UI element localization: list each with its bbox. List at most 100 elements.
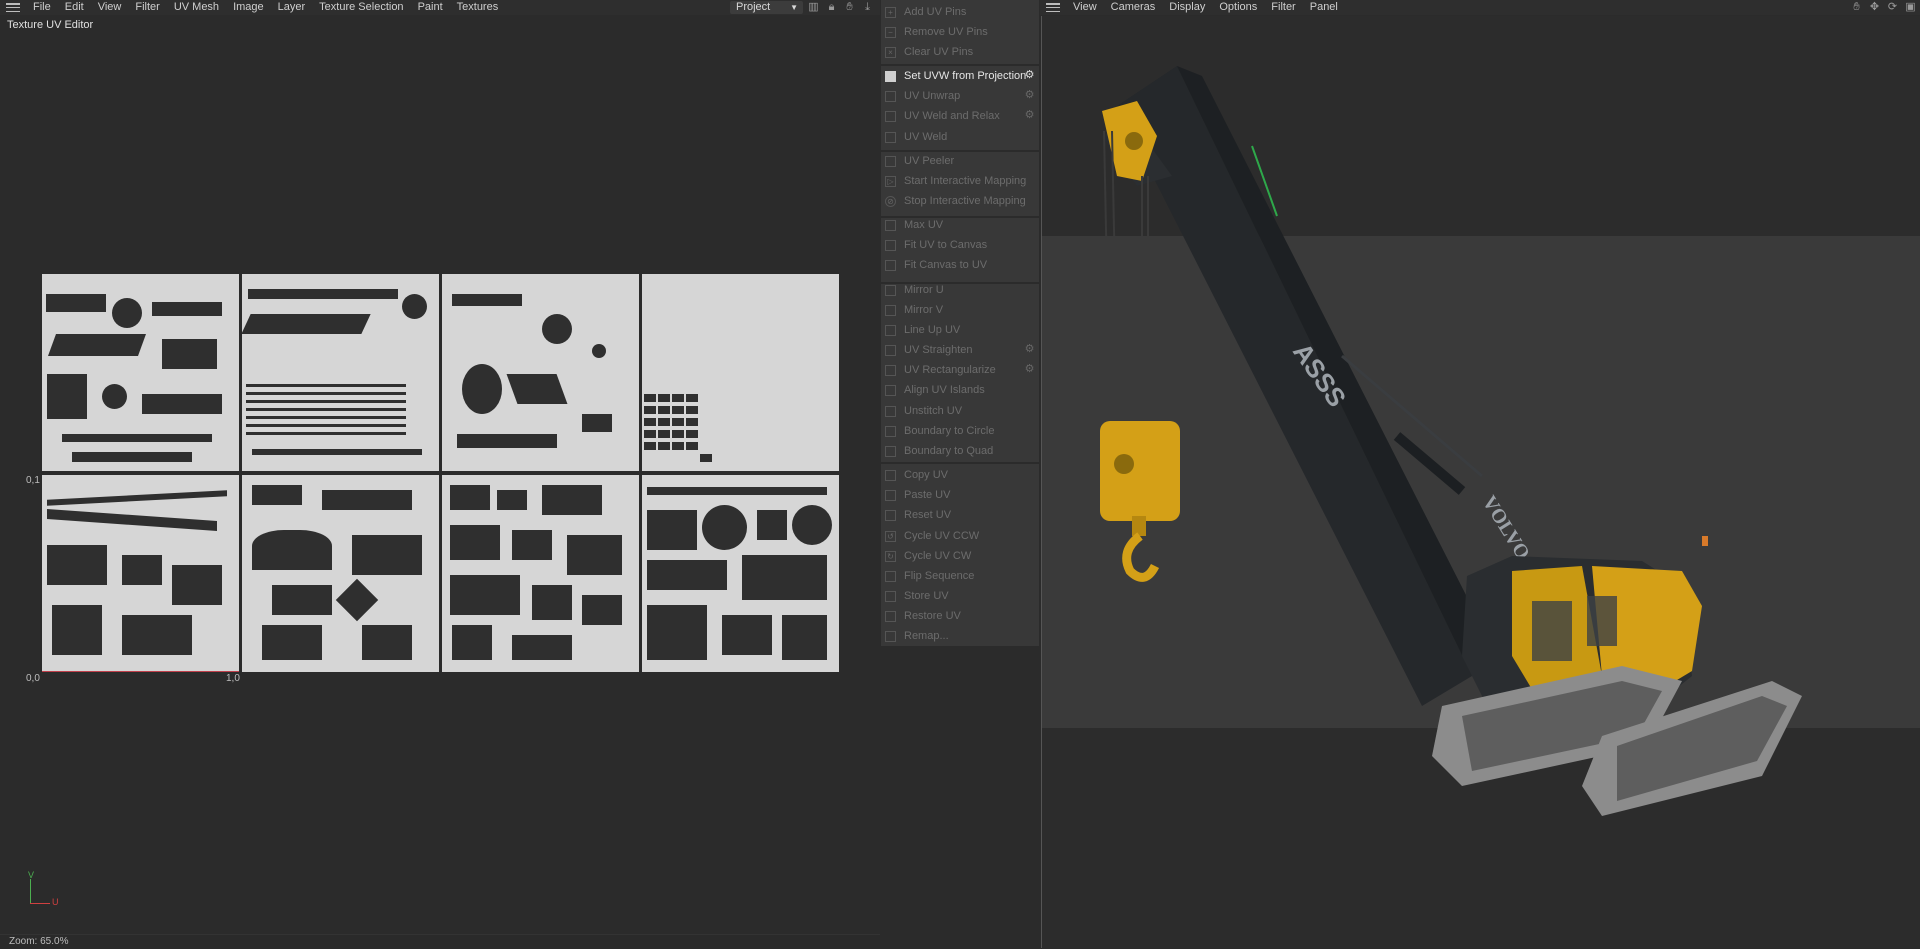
uv-tile [242,475,439,672]
cmd-uv-peeler[interactable]: UV Peeler [881,151,1039,171]
cmd-boundary-to-circle[interactable]: Boundary to Circle [881,421,1039,441]
pin-clear-icon: × [885,46,896,58]
uv-tile [442,274,639,471]
histogram-icon[interactable]: ▥ [807,1,820,14]
menu-textures[interactable]: Textures [450,0,506,15]
uv-tile [642,475,839,672]
menu-file[interactable]: File [26,0,58,15]
pin-remove-icon: − [885,26,896,38]
cmd-uv-straighten[interactable]: UV Straighten ⚙ [881,340,1039,360]
flip-icon [885,570,896,582]
vp-menu-panel[interactable]: Panel [1303,0,1345,15]
uv-canvas[interactable] [42,274,840,672]
cmd-set-uvw-from-projection[interactable]: Set UVW from Projection ⚙ [881,66,1039,86]
uv-axis-label-v1: 0,1 [26,475,40,486]
cmd-boundary-to-quad[interactable]: Boundary to Quad [881,441,1039,461]
hook [1122,532,1160,582]
cmd-remap[interactable]: Remap... [881,626,1039,646]
quad-icon [885,445,896,457]
unstitch-icon [885,405,896,417]
cmd-add-uv-pins[interactable]: + Add UV Pins [881,2,1039,22]
cmd-uv-unwrap[interactable]: UV Unwrap ⚙ [881,86,1039,106]
cmd-store-uv[interactable]: Store UV [881,586,1039,606]
cmd-uv-weld-and-relax[interactable]: UV Weld and Relax ⚙ [881,106,1039,126]
hook-block [1100,421,1180,521]
projection-icon [885,70,896,82]
hamburger-menu-icon[interactable] [6,3,20,12]
3d-viewport[interactable]: ASSS VOLVO [1041,16,1920,948]
gear-icon[interactable]: ⚙ [1024,70,1035,81]
uv-editor-menubar: File Edit View Filter UV Mesh Image Laye… [0,0,880,15]
vp-menu-view[interactable]: View [1066,0,1104,15]
hamburger-menu-icon[interactable] [1046,3,1060,12]
menu-edit[interactable]: Edit [58,0,91,15]
orbit-icon[interactable]: ⟳ [1886,1,1899,14]
cmd-line-up-uv[interactable]: Line Up UV [881,320,1039,340]
align-icon [885,384,896,396]
restore-icon [885,610,896,622]
gear-icon[interactable]: ⚙ [1024,344,1035,355]
vp-menu-filter[interactable]: Filter [1264,0,1302,15]
gear-icon[interactable]: ⚙ [1024,364,1035,375]
uv-tile [242,274,439,471]
pan-hand-icon[interactable]: ✋︎ [1850,1,1863,14]
boom-main [1117,66,1472,706]
hand-icon[interactable]: ✋︎ [843,1,856,14]
project-select[interactable]: Project ▼ [730,1,803,14]
weld-relax-icon [885,110,896,122]
cmd-cycle-uv-cw[interactable]: ↻ Cycle UV CW [881,546,1039,566]
circle-icon [885,425,896,437]
chevron-down-icon: ▼ [790,3,798,12]
mirror-v-icon [885,304,896,316]
uv-tile [442,475,639,672]
lock-icon[interactable]: 🔒︎ [825,1,838,14]
cmd-stop-interactive-mapping[interactable]: ⊘ Stop Interactive Mapping [881,191,1039,211]
cmd-clear-uv-pins[interactable]: × Clear UV Pins [881,42,1039,62]
cmd-mirror-u[interactable]: Mirror U [881,280,1039,300]
gear-icon[interactable]: ⚙ [1024,110,1035,121]
cmd-unstitch-uv[interactable]: Unstitch UV [881,401,1039,421]
gear-icon[interactable]: ⚙ [1024,90,1035,101]
maximize-icon[interactable]: ▣ [1904,1,1917,14]
cmd-restore-uv[interactable]: Restore UV [881,606,1039,626]
menu-uv-mesh[interactable]: UV Mesh [167,0,226,15]
cmd-align-uv-islands[interactable]: Align UV Islands [881,380,1039,400]
cmd-reset-uv[interactable]: Reset UV [881,505,1039,525]
cmd-start-interactive-mapping[interactable]: ▷ Start Interactive Mapping [881,171,1039,191]
cmd-uv-weld[interactable]: UV Weld [881,127,1039,147]
cmd-mirror-v[interactable]: Mirror V [881,300,1039,320]
fit-uv-icon [885,239,896,251]
mirror-u-icon [885,284,896,296]
uv-command-panel: + Add UV Pins − Remove UV Pins × Clear UV P… [881,0,1039,650]
reset-icon [885,509,896,521]
cmd-paste-uv[interactable]: Paste UV [881,485,1039,505]
menu-paint[interactable]: Paint [411,0,450,15]
paste-icon [885,489,896,501]
vp-menu-display[interactable]: Display [1162,0,1212,15]
store-icon [885,590,896,602]
vp-menu-options[interactable]: Options [1212,0,1264,15]
uv-axis-label-origin: 0,0 [26,673,40,684]
cmd-flip-sequence[interactable]: Flip Sequence [881,566,1039,586]
menu-texture-selection[interactable]: Texture Selection [312,0,410,15]
download-arrow-icon[interactable]: ⤓ [861,1,874,14]
rotate-cw-icon: ↻ [885,550,896,562]
cmd-fit-canvas-to-uv[interactable]: Fit Canvas to UV [881,255,1039,275]
menu-image[interactable]: Image [226,0,271,15]
menu-filter[interactable]: Filter [128,0,166,15]
menu-layer[interactable]: Layer [271,0,313,15]
cmd-max-uv[interactable]: Max UV [881,215,1039,235]
move-icon[interactable]: ✥ [1868,1,1881,14]
cmd-uv-rectangularize[interactable]: UV Rectangularize ⚙ [881,360,1039,380]
menu-view[interactable]: View [91,0,129,15]
cmd-fit-uv-to-canvas[interactable]: Fit UV to Canvas [881,235,1039,255]
viewport-menubar: View Cameras Display Options Filter Pane… [1040,0,1920,15]
copy-icon [885,469,896,481]
u-axis-gizmo [30,903,50,904]
vp-menu-cameras[interactable]: Cameras [1104,0,1163,15]
pin-icon: + [885,6,896,18]
cmd-remove-uv-pins[interactable]: − Remove UV Pins [881,22,1039,42]
cmd-cycle-uv-ccw[interactable]: ↺ Cycle UV CCW [881,526,1039,546]
uv-tile [42,274,239,471]
cmd-copy-uv[interactable]: Copy UV [881,465,1039,485]
